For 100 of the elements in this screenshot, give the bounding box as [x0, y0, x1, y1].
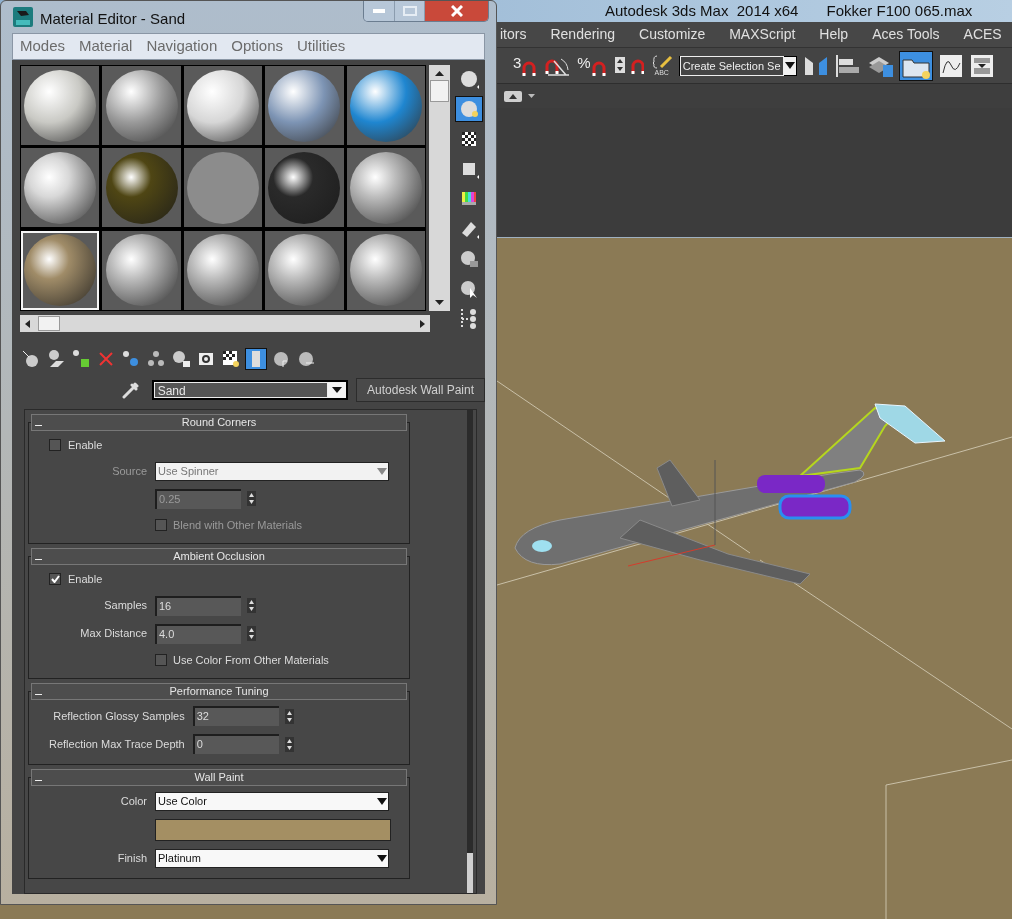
material-tool-button[interactable]	[245, 348, 267, 370]
checkbox[interactable]	[155, 653, 167, 666]
menu-item[interactable]: ACES	[963, 24, 1002, 45]
close-icon	[450, 5, 463, 17]
eyedropper-icon[interactable]	[122, 381, 140, 399]
up-arrow-icon[interactable]	[435, 71, 444, 76]
checker-bulb-icon	[221, 349, 241, 369]
spinner-arrows-icon[interactable]	[247, 626, 256, 641]
spheres-icon	[146, 349, 166, 369]
material-name-field[interactable]: Sand	[151, 380, 349, 400]
menu-item[interactable]: Aces Tools	[872, 24, 940, 45]
checkbox[interactable]	[49, 439, 61, 452]
checker-icon	[459, 129, 479, 149]
selection-set-dropdown[interactable]: Create Selection Se	[678, 55, 797, 76]
down-arrow-icon[interactable]	[435, 300, 444, 305]
field-label: Samples	[104, 599, 147, 612]
snap-button[interactable]: %	[576, 50, 608, 81]
curve-editor-icon	[938, 52, 963, 79]
spinner-arrows-icon[interactable]	[247, 491, 256, 506]
dropdown[interactable]: Platinum	[155, 849, 389, 868]
app-logo-icon	[13, 7, 33, 27]
left-arrow-icon[interactable]	[25, 319, 30, 328]
scroll-thumb[interactable]	[430, 80, 449, 102]
panel-scrollbar[interactable]	[467, 410, 473, 893]
rollout-header[interactable]: Wall Paint	[31, 769, 407, 786]
field-label: Reflection Max Trace Depth	[49, 737, 185, 750]
right-arrow-icon[interactable]	[420, 319, 425, 328]
menu-item[interactable]: Utilities	[297, 35, 346, 58]
dropdown[interactable]: Use Color	[155, 792, 389, 811]
scroll-thumb[interactable]	[38, 316, 60, 331]
film-strip-icon	[459, 219, 479, 239]
menu-item[interactable]: Rendering	[550, 24, 616, 45]
number-field[interactable]: 4.0	[155, 623, 241, 644]
dropdown-arrow-icon[interactable]	[376, 798, 388, 805]
spinner-arrows-icon[interactable]	[247, 598, 256, 613]
reset-map-icon	[71, 349, 91, 369]
color-swatch[interactable]	[155, 819, 391, 841]
brace-pencil-icon	[650, 55, 673, 69]
scroll-thumb[interactable]	[467, 853, 473, 893]
viewport-layout-button[interactable]	[504, 90, 522, 102]
rollout-header[interactable]: Round Corners	[31, 414, 407, 431]
slot-scrollbar[interactable]	[429, 65, 450, 311]
material-slot[interactable]	[102, 148, 181, 228]
material-slot[interactable]	[346, 148, 425, 228]
sphere-library-icon	[171, 349, 191, 369]
menu-item[interactable]: Navigation	[146, 35, 218, 58]
material-type-button[interactable]: Autodesk Wall Paint	[356, 378, 485, 402]
material-slot[interactable]	[21, 148, 100, 228]
material-tool-button[interactable]	[170, 348, 192, 370]
checkbox-label: Use Color From Other Materials	[173, 652, 329, 668]
material-slot[interactable]	[183, 66, 263, 145]
spinner-arrows-icon[interactable]	[284, 708, 294, 724]
sample-tool-button[interactable]	[455, 96, 483, 122]
sphere-icon	[459, 69, 479, 89]
checkbox-label: Enable	[68, 572, 103, 587]
up-arrow-icon	[509, 93, 517, 99]
rollout-header[interactable]: Ambient Occlusion	[31, 548, 407, 565]
menu-item[interactable]: Modes	[20, 35, 66, 58]
menu-item[interactable]: Options	[231, 35, 283, 58]
dropdown-arrow-icon[interactable]	[376, 855, 388, 862]
maximize-icon	[402, 6, 417, 16]
menu-item[interactable]: Customize	[639, 24, 706, 45]
slot-horizontal-scrollbar[interactable]	[20, 315, 430, 332]
field-label: Finish	[117, 852, 147, 865]
rollout-header[interactable]: Performance Tuning	[31, 683, 407, 700]
spinner-arrows-icon[interactable]	[284, 736, 294, 752]
dropdown-arrow-icon[interactable]	[332, 387, 343, 393]
number-field[interactable]: 16	[155, 595, 241, 616]
material-tool-button[interactable]	[70, 348, 92, 370]
field-label: Max Distance	[80, 627, 147, 640]
material-slot[interactable]	[21, 66, 100, 145]
material-slot[interactable]	[183, 148, 263, 228]
field-label: Color	[120, 795, 147, 808]
sphere-plane-icon	[46, 349, 66, 369]
menu-item[interactable]: itors	[500, 24, 527, 45]
snap-button[interactable]: 3	[512, 50, 539, 81]
number-field[interactable]: 32	[192, 706, 279, 726]
material-slot[interactable]	[265, 148, 344, 228]
field-label: Source	[112, 464, 147, 477]
dropdown-arrow-icon[interactable]	[783, 62, 796, 69]
app-title: Autodesk 3ds Max 2014 x64	[605, 0, 799, 21]
material-slot[interactable]	[21, 230, 100, 310]
material-tool-button[interactable]	[220, 348, 242, 370]
material-slot[interactable]	[346, 66, 425, 145]
minimize-icon	[373, 9, 385, 13]
menu-item[interactable]: MAXScript	[729, 24, 796, 45]
window-title: Material Editor - Sand	[40, 9, 186, 29]
number-field[interactable]: 0	[192, 734, 279, 754]
schematic-icon	[969, 52, 994, 79]
explorer-button[interactable]	[898, 50, 933, 81]
material-slot[interactable]	[346, 230, 425, 310]
menu-item[interactable]: Help	[819, 24, 849, 45]
copy-material-icon	[121, 349, 141, 369]
checkbox[interactable]	[49, 573, 61, 586]
checkbox-label: Blend with Other Materials	[173, 517, 302, 533]
menu-item[interactable]: Material	[79, 35, 133, 58]
backlight-sphere-icon	[459, 99, 479, 119]
material-slot[interactable]	[183, 230, 263, 310]
close-button[interactable]	[424, 1, 488, 21]
caret-icon[interactable]	[528, 94, 535, 98]
